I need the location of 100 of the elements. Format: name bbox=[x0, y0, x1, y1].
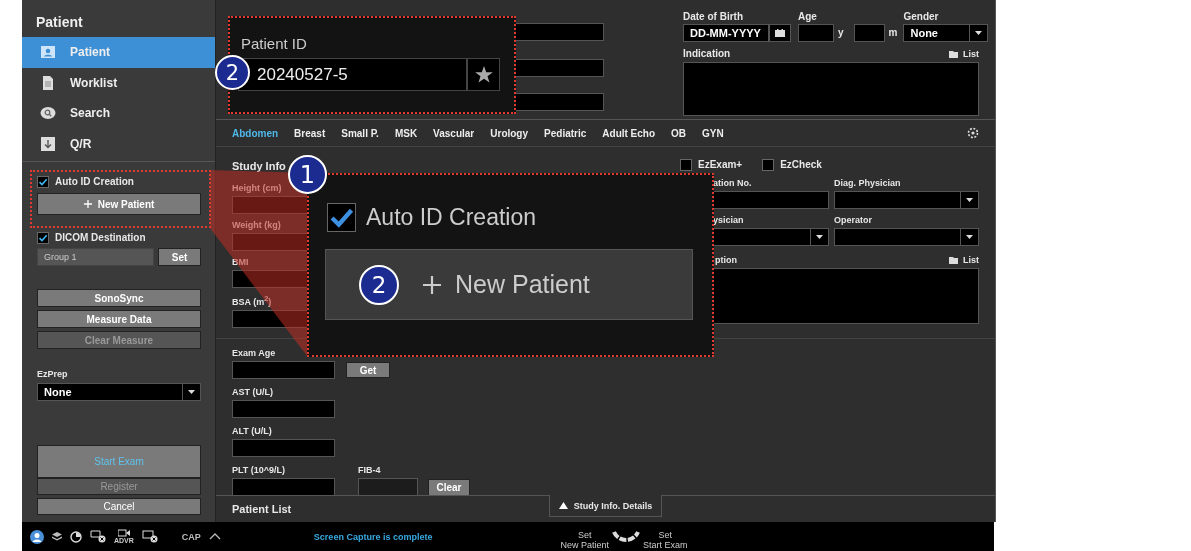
plus-icon bbox=[423, 275, 441, 294]
calendar-button[interactable] bbox=[769, 24, 791, 42]
exam-tab[interactable]: Pediatric bbox=[544, 127, 587, 139]
calendar-icon bbox=[775, 29, 785, 37]
action-button[interactable]: Cancel bbox=[37, 498, 201, 515]
set-button[interactable]: Set bbox=[158, 248, 201, 266]
description-field[interactable] bbox=[713, 268, 979, 324]
input-field[interactable] bbox=[853, 24, 885, 42]
indication-field[interactable] bbox=[683, 62, 979, 116]
plus-icon bbox=[83, 200, 92, 208]
shortcut-label: Set Start Exam bbox=[642, 529, 688, 550]
checkbox[interactable] bbox=[762, 159, 775, 171]
caret-icon bbox=[816, 235, 823, 239]
checkbox-label: Auto ID Creation bbox=[55, 176, 134, 188]
field-label: Indication bbox=[683, 48, 731, 60]
details-tab[interactable]: Study Info. Details bbox=[549, 495, 662, 517]
exam-tab[interactable]: Small P. bbox=[341, 127, 379, 139]
checkbox-label: DICOM Destination bbox=[55, 232, 146, 244]
dropdown[interactable] bbox=[834, 191, 979, 209]
gauge-icon bbox=[70, 530, 82, 543]
status-message: Screen Capture is complete bbox=[313, 531, 433, 542]
field-label: Gender bbox=[903, 11, 940, 23]
gender-dropdown[interactable]: None bbox=[903, 24, 989, 42]
cap-label: CAP bbox=[181, 531, 201, 542]
patient-card-icon bbox=[40, 44, 56, 61]
search-icon bbox=[40, 105, 56, 122]
video-camera-icon bbox=[117, 529, 130, 537]
shortcut-label: Set New Patient bbox=[560, 529, 609, 550]
field-label: AST (U/L) bbox=[232, 386, 274, 398]
caret-icon bbox=[188, 390, 195, 394]
exam-tab[interactable]: Breast bbox=[294, 127, 326, 139]
input-field[interactable] bbox=[713, 191, 829, 209]
list-button[interactable]: List bbox=[949, 254, 979, 266]
number-badge: 2 bbox=[359, 264, 399, 305]
clear-button[interactable]: Clear bbox=[428, 478, 470, 496]
dropdown[interactable] bbox=[713, 228, 829, 246]
destination-field[interactable]: Group 1 bbox=[37, 248, 154, 266]
field-label: Diag. Physician bbox=[834, 177, 902, 189]
document-icon bbox=[40, 74, 56, 91]
checkbox[interactable] bbox=[327, 203, 356, 232]
input-field[interactable] bbox=[232, 478, 335, 496]
triangle-up-icon bbox=[558, 502, 568, 509]
date-field[interactable]: DD-MM-YYYY bbox=[683, 24, 769, 42]
patient-id-field[interactable]: 20240527-5 bbox=[238, 58, 467, 91]
checkbox-label: Auto ID Creation bbox=[366, 204, 537, 231]
checkbox[interactable] bbox=[37, 232, 49, 244]
input-field[interactable] bbox=[798, 24, 834, 42]
field-label: EzPrep bbox=[37, 368, 69, 380]
field-label: Operator bbox=[834, 214, 873, 226]
checkbox-label: EzCheck bbox=[780, 159, 822, 171]
exam-tab[interactable]: Adult Echo bbox=[602, 127, 656, 139]
exam-tab[interactable]: GYN bbox=[702, 127, 724, 139]
field-label: ysician bbox=[713, 214, 745, 226]
field-label: Weight (kg) bbox=[232, 219, 282, 231]
checkbox[interactable] bbox=[37, 176, 49, 188]
field-label: BSA (m$^{2}$) bbox=[232, 293, 273, 308]
new-patient-button[interactable]: New Patient bbox=[37, 193, 201, 215]
field-label: FIB-4 bbox=[358, 464, 382, 476]
tool-button[interactable]: SonoSync bbox=[37, 289, 201, 307]
dial-icon bbox=[610, 529, 641, 544]
nav-item[interactable]: Q/R bbox=[22, 128, 215, 159]
nav-item[interactable]: Search bbox=[22, 98, 215, 129]
stack-icon bbox=[52, 531, 62, 542]
input-field[interactable] bbox=[232, 439, 335, 457]
field-label: Height (cm) bbox=[232, 182, 283, 194]
field-label: Patient ID bbox=[241, 35, 308, 53]
folder-icon bbox=[949, 50, 958, 58]
field-label: ALT (U/L) bbox=[232, 425, 273, 437]
nav-item[interactable]: Worklist bbox=[22, 67, 215, 98]
input-field[interactable] bbox=[232, 361, 335, 379]
checkbox[interactable] bbox=[680, 159, 692, 171]
caret-icon bbox=[975, 31, 983, 35]
exam-tab[interactable]: Abdomen bbox=[232, 127, 279, 139]
chevron-up-icon[interactable] bbox=[208, 533, 221, 540]
exam-tab[interactable]: OB bbox=[671, 127, 687, 139]
input-field[interactable] bbox=[232, 400, 335, 418]
star-icon bbox=[474, 66, 493, 83]
caret-icon bbox=[966, 198, 973, 202]
user-avatar-icon bbox=[30, 529, 44, 544]
field-label: PLT (10^9/L) bbox=[232, 464, 287, 476]
get-button[interactable]: Get bbox=[346, 362, 390, 378]
tool-button[interactable]: Measure Data bbox=[37, 310, 201, 328]
ezprep-dropdown[interactable]: None bbox=[37, 383, 201, 401]
field-label: ption bbox=[715, 254, 737, 266]
checkbox-label: EzExam+ bbox=[698, 159, 743, 171]
settings-icon[interactable] bbox=[967, 127, 979, 139]
list-button[interactable]: List bbox=[949, 48, 979, 60]
field-label: Exam Age bbox=[232, 347, 277, 359]
favorite-button[interactable] bbox=[467, 58, 500, 91]
download-icon bbox=[40, 135, 56, 152]
dropdown[interactable] bbox=[834, 228, 979, 246]
new-patient-button[interactable]: 2 New Patient bbox=[325, 249, 693, 320]
section-title: Study Info bbox=[232, 159, 287, 173]
exam-tab[interactable]: Vascular bbox=[433, 127, 475, 139]
section-title: Patient List bbox=[232, 503, 292, 515]
network-off-icon bbox=[90, 530, 106, 543]
unit-label: y bbox=[838, 27, 844, 39]
exam-tab[interactable]: MSK bbox=[394, 127, 418, 139]
exam-tab[interactable]: Urology bbox=[490, 127, 529, 139]
caret-icon bbox=[966, 235, 973, 239]
